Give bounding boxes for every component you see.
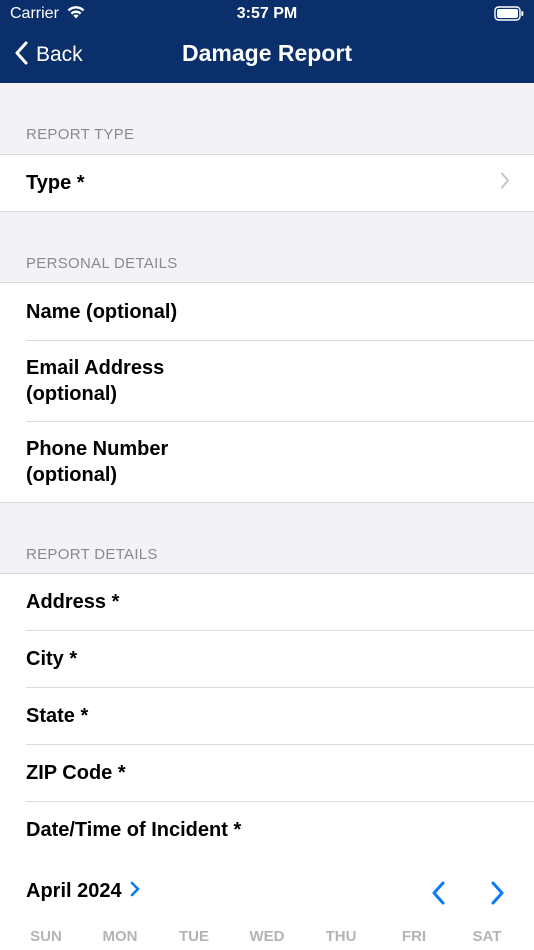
chevron-right-icon <box>122 881 140 902</box>
section-header-report-details: REPORT DETAILS <box>26 546 158 563</box>
section-header-report-type: REPORT TYPE <box>26 126 135 143</box>
page-title: Damage Report <box>182 40 352 66</box>
name-field[interactable]: Name (optional) <box>26 283 534 341</box>
name-label: Name (optional) <box>26 300 178 323</box>
weekday-label: THU <box>325 928 357 945</box>
clock: 3:57 PM <box>236 5 298 22</box>
zip-code-label: ZIP Code * <box>26 762 126 784</box>
address-field[interactable]: Address * <box>26 574 534 631</box>
weekday-label: SAT <box>472 928 502 945</box>
state-label: State * <box>26 705 89 727</box>
chevron-right-icon <box>500 172 510 195</box>
previous-month-button[interactable] <box>430 880 446 911</box>
date-time-field[interactable]: Date/Time of Incident * <box>26 802 534 859</box>
chevron-left-icon <box>430 881 446 910</box>
status-bar: Carrier 3:57 PM <box>0 0 534 28</box>
personal-details-group: Name (optional) Email Address (optional)… <box>0 282 534 503</box>
report-details-group: Address * City * State * ZIP Code * Date… <box>0 573 534 859</box>
report-type-group: Type * <box>0 154 534 212</box>
weekday-label: WED <box>249 928 285 945</box>
email-label: Email Address (optional) <box>26 357 165 405</box>
navigation-bar: Back Damage Report <box>0 28 534 83</box>
weekday-label: SUN <box>30 928 62 945</box>
date-time-label: Date/Time of Incident * <box>26 819 242 841</box>
email-field[interactable]: Email Address (optional) <box>26 341 534 422</box>
phone-field[interactable]: Phone Number (optional) <box>26 422 534 502</box>
state-field[interactable]: State * <box>26 688 534 745</box>
chevron-right-icon <box>490 881 506 910</box>
row-type[interactable]: Type * <box>26 155 534 211</box>
weekday-label: TUE <box>179 928 209 945</box>
section-header-personal-details: PERSONAL DETAILS <box>26 255 178 272</box>
date-picker: April 2024 SUN MON TUE WED THU FRI SAT <box>0 858 534 950</box>
battery-icon <box>494 6 524 26</box>
city-label: City * <box>26 648 78 670</box>
next-month-button[interactable] <box>490 880 506 911</box>
month-label: April 2024 <box>26 880 122 902</box>
type-label: Type * <box>26 172 85 194</box>
month-year-selector[interactable]: April 2024 <box>26 880 140 903</box>
address-label: Address * <box>26 591 120 613</box>
phone-label: Phone Number (optional) <box>26 438 169 486</box>
weekday-label: FRI <box>401 928 427 945</box>
weekday-label: MON <box>102 928 138 945</box>
city-field[interactable]: City * <box>26 631 534 688</box>
zip-code-field[interactable]: ZIP Code * <box>26 745 534 802</box>
